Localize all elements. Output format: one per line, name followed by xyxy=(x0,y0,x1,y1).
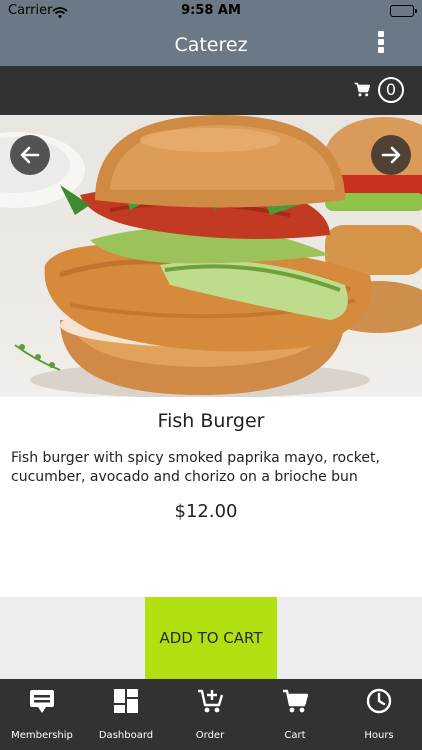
next-image-button[interactable] xyxy=(371,135,411,175)
arrow-left-icon xyxy=(20,146,40,164)
arrow-right-icon xyxy=(381,146,401,164)
more-menu-icon[interactable] xyxy=(376,31,386,57)
tab-order[interactable]: Order xyxy=(168,679,252,750)
product-price: $12.00 xyxy=(174,501,238,522)
nav-bar: Caterez xyxy=(0,22,422,66)
tab-label: Dashboard xyxy=(98,730,154,741)
battery-icon xyxy=(390,5,417,17)
tab-label: Order xyxy=(195,730,225,741)
tab-dashboard[interactable]: Dashboard xyxy=(84,679,168,750)
add-to-cart-icon xyxy=(198,689,223,713)
product-name: Fish Burger xyxy=(157,410,265,432)
tab-bar: Membership Dashboard Order Cart Hours xyxy=(0,679,422,750)
status-bar: Carrier 9:58 AM xyxy=(0,0,422,22)
clock-icon xyxy=(366,688,392,714)
dashboard-icon xyxy=(114,689,138,713)
tab-label: Hours xyxy=(364,730,394,741)
membership-icon xyxy=(30,690,54,713)
tab-cart[interactable]: Cart xyxy=(253,679,337,750)
tab-hours[interactable]: Hours xyxy=(337,679,421,750)
add-to-cart-button[interactable]: ADD TO CART xyxy=(145,597,277,679)
cart-count-badge[interactable]: 0 xyxy=(378,77,404,103)
product-description: Fish burger with spicy smoked paprika ma… xyxy=(11,450,380,485)
add-to-cart-area: ADD TO CART xyxy=(0,597,422,679)
tab-label: Cart xyxy=(284,730,306,741)
status-time: 9:58 AM xyxy=(181,3,241,18)
previous-image-button[interactable] xyxy=(10,135,50,175)
cart-toolbar: 0 xyxy=(0,66,422,115)
tab-label: Membership xyxy=(11,730,73,741)
cart-icon[interactable] xyxy=(354,82,371,101)
cart-icon xyxy=(283,689,308,713)
tab-membership[interactable]: Membership xyxy=(0,679,84,750)
app-title: Caterez xyxy=(174,34,248,56)
product-image xyxy=(0,115,422,397)
